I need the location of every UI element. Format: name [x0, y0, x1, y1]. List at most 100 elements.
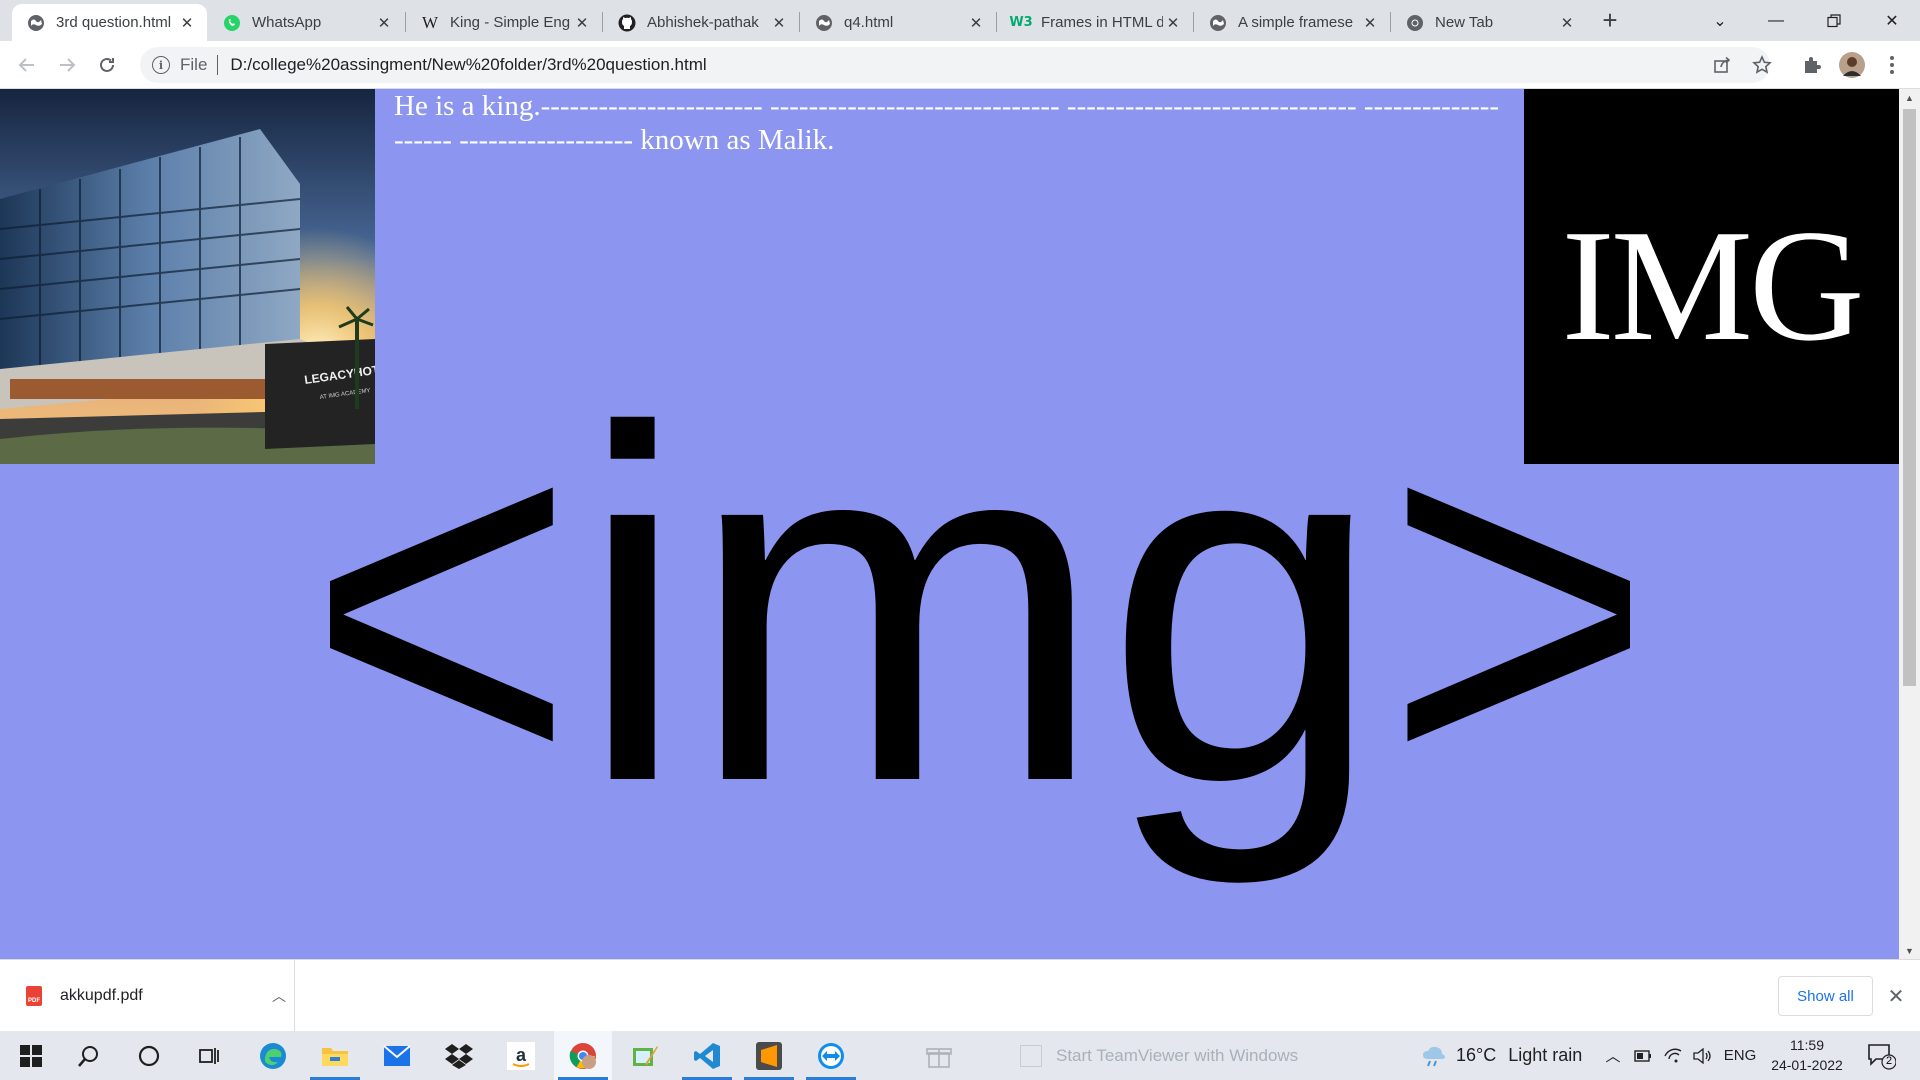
close-icon[interactable]: ✕	[572, 13, 592, 33]
info-icon[interactable]: i	[152, 56, 170, 74]
dropbox-icon	[445, 1043, 473, 1069]
address-bar[interactable]: i File D:/college%20assingment/New%20fol…	[140, 47, 1770, 83]
svg-text:a: a	[516, 1045, 527, 1065]
paint-app[interactable]	[616, 1031, 674, 1080]
volume-icon[interactable]	[1688, 1031, 1718, 1080]
tab-github[interactable]: Abhishek-pathak ✕	[603, 4, 799, 41]
tab-title: q4.html	[844, 14, 894, 31]
start-button[interactable]	[2, 1031, 60, 1080]
paint-icon	[633, 1045, 658, 1066]
more-menu-icon[interactable]	[1876, 49, 1908, 81]
language-indicator[interactable]: ENG	[1720, 1031, 1760, 1080]
rain-cloud-icon	[1423, 1046, 1445, 1066]
windows-taskbar: a Start TeamViewer with Windows 16°C Lig…	[0, 1031, 1920, 1080]
tab-title: New Tab	[1435, 14, 1494, 31]
restore-button[interactable]	[1806, 0, 1862, 41]
tab-strip: 3rd question.html ✕ WhatsApp ✕ W King - …	[0, 0, 1920, 41]
dropbox-app[interactable]	[430, 1031, 488, 1080]
amazon-icon: a	[507, 1041, 535, 1070]
search-button[interactable]	[60, 1031, 118, 1080]
tab-q4[interactable]: q4.html ✕	[800, 4, 996, 41]
close-shelf-icon[interactable]: ✕	[1884, 984, 1908, 1008]
close-icon[interactable]: ✕	[177, 13, 197, 33]
page-scrollbar[interactable]: ▲ ▼	[1899, 89, 1920, 959]
back-arrow-icon	[18, 58, 34, 72]
close-icon[interactable]: ✕	[374, 13, 394, 33]
task-view-button[interactable]	[180, 1031, 238, 1080]
chrome-app[interactable]	[554, 1031, 612, 1080]
github-icon	[617, 13, 637, 33]
profile-avatar[interactable]	[1836, 49, 1868, 81]
cortana-button[interactable]	[120, 1031, 178, 1080]
bookmark-star-icon[interactable]	[1746, 49, 1778, 81]
pdf-file-icon: PDF	[26, 986, 42, 1006]
download-item[interactable]: PDF akkupdf.pdf ︿	[0, 960, 295, 1032]
folder-icon	[322, 1047, 348, 1066]
img-tag-text: <img>	[330, 329, 1630, 888]
teamviewer-notice-text: Start TeamViewer with Windows	[1056, 1045, 1299, 1065]
weather-widget[interactable]: 16°C Light rain	[1422, 1031, 1582, 1080]
teamviewer-app[interactable]	[802, 1031, 860, 1080]
tab-3rd-question[interactable]: 3rd question.html ✕	[12, 4, 207, 41]
extensions-puzzle-icon[interactable]	[1796, 49, 1828, 81]
url-scheme: File	[180, 55, 208, 74]
scroll-up-arrow-icon[interactable]: ▲	[1899, 89, 1920, 106]
weather-temp: 16°C	[1456, 1045, 1497, 1065]
hotel-photo: LEGACYHOTEL AT IMG ACADEMY	[0, 89, 375, 464]
close-icon[interactable]: ✕	[966, 13, 986, 33]
teamviewer-notice[interactable]: Start TeamViewer with Windows	[1020, 1031, 1298, 1080]
chrome-profile-icon	[569, 1042, 596, 1069]
wifi-icon[interactable]	[1658, 1031, 1688, 1080]
close-window-button[interactable]: ✕	[1864, 0, 1920, 41]
forward-button[interactable]	[51, 49, 83, 81]
close-icon[interactable]: ✕	[1360, 13, 1380, 33]
vscode-icon	[694, 1042, 720, 1069]
wikipedia-icon: W	[421, 12, 439, 32]
tab-new-tab[interactable]: New Tab ✕	[1391, 4, 1587, 41]
battery-icon[interactable]	[1628, 1031, 1658, 1080]
tab-title: Abhishek-pathak	[647, 14, 759, 31]
scrollbar-thumb[interactable]	[1903, 109, 1916, 686]
notification-center-button[interactable]: 2	[1866, 1041, 1897, 1071]
globe-icon	[814, 13, 834, 33]
img-tag-logo: <img>	[330, 329, 1630, 888]
tray-chevron-up-icon[interactable]: ︿	[1598, 1031, 1628, 1080]
taskbar-clock[interactable]: 11:59 24-01-2022	[1762, 1035, 1852, 1075]
chevron-up-icon[interactable]: ︿	[264, 986, 294, 1006]
close-icon[interactable]: ✕	[1557, 13, 1577, 33]
tab-simple-frameset[interactable]: A simple framese ✕	[1194, 4, 1390, 41]
tab-title: WhatsApp	[252, 14, 322, 31]
chrome-icon	[1405, 13, 1425, 33]
tab-king-wikipedia[interactable]: W King - Simple Eng ✕	[406, 4, 602, 41]
tab-title: Frames in HTML d	[1041, 14, 1163, 31]
download-file-name[interactable]: akkupdf.pdf	[60, 987, 264, 1005]
file-explorer-app[interactable]	[306, 1031, 364, 1080]
reload-button[interactable]	[91, 49, 123, 81]
gift-icon	[910, 1031, 968, 1080]
back-button[interactable]	[11, 49, 43, 81]
edge-app[interactable]	[244, 1031, 302, 1080]
new-tab-button[interactable]: +	[1596, 6, 1624, 34]
page-paragraph: He is a king.----------------------- ---…	[394, 90, 1500, 156]
edge-icon	[260, 1042, 286, 1069]
tab-title: King - Simple Eng	[450, 14, 571, 31]
address-divider	[217, 55, 219, 75]
windows-logo-icon	[20, 1044, 42, 1067]
sublime-app[interactable]	[740, 1031, 798, 1080]
tab-whatsapp[interactable]: WhatsApp ✕	[208, 4, 404, 41]
scroll-down-arrow-icon[interactable]: ▼	[1899, 942, 1920, 959]
tab-search-chevron-icon[interactable]: ⌄	[1692, 0, 1748, 41]
clock-time: 11:59	[1790, 1037, 1824, 1053]
share-icon[interactable]	[1706, 49, 1738, 81]
close-icon[interactable]: ✕	[769, 13, 789, 33]
mail-app[interactable]	[368, 1031, 426, 1080]
close-icon[interactable]: ✕	[1163, 13, 1183, 33]
teamviewer-checkbox[interactable]	[1020, 1044, 1042, 1067]
minimize-button[interactable]: —	[1748, 0, 1804, 41]
url-text[interactable]: D:/college%20assingment/New%20folder/3rd…	[230, 55, 706, 75]
amazon-app[interactable]: a	[492, 1031, 550, 1080]
mail-icon	[383, 1044, 411, 1066]
show-all-button[interactable]: Show all	[1778, 976, 1873, 1016]
vscode-app[interactable]	[678, 1031, 736, 1080]
tab-frames-w3schools[interactable]: W3 Frames in HTML d ✕	[997, 4, 1193, 41]
